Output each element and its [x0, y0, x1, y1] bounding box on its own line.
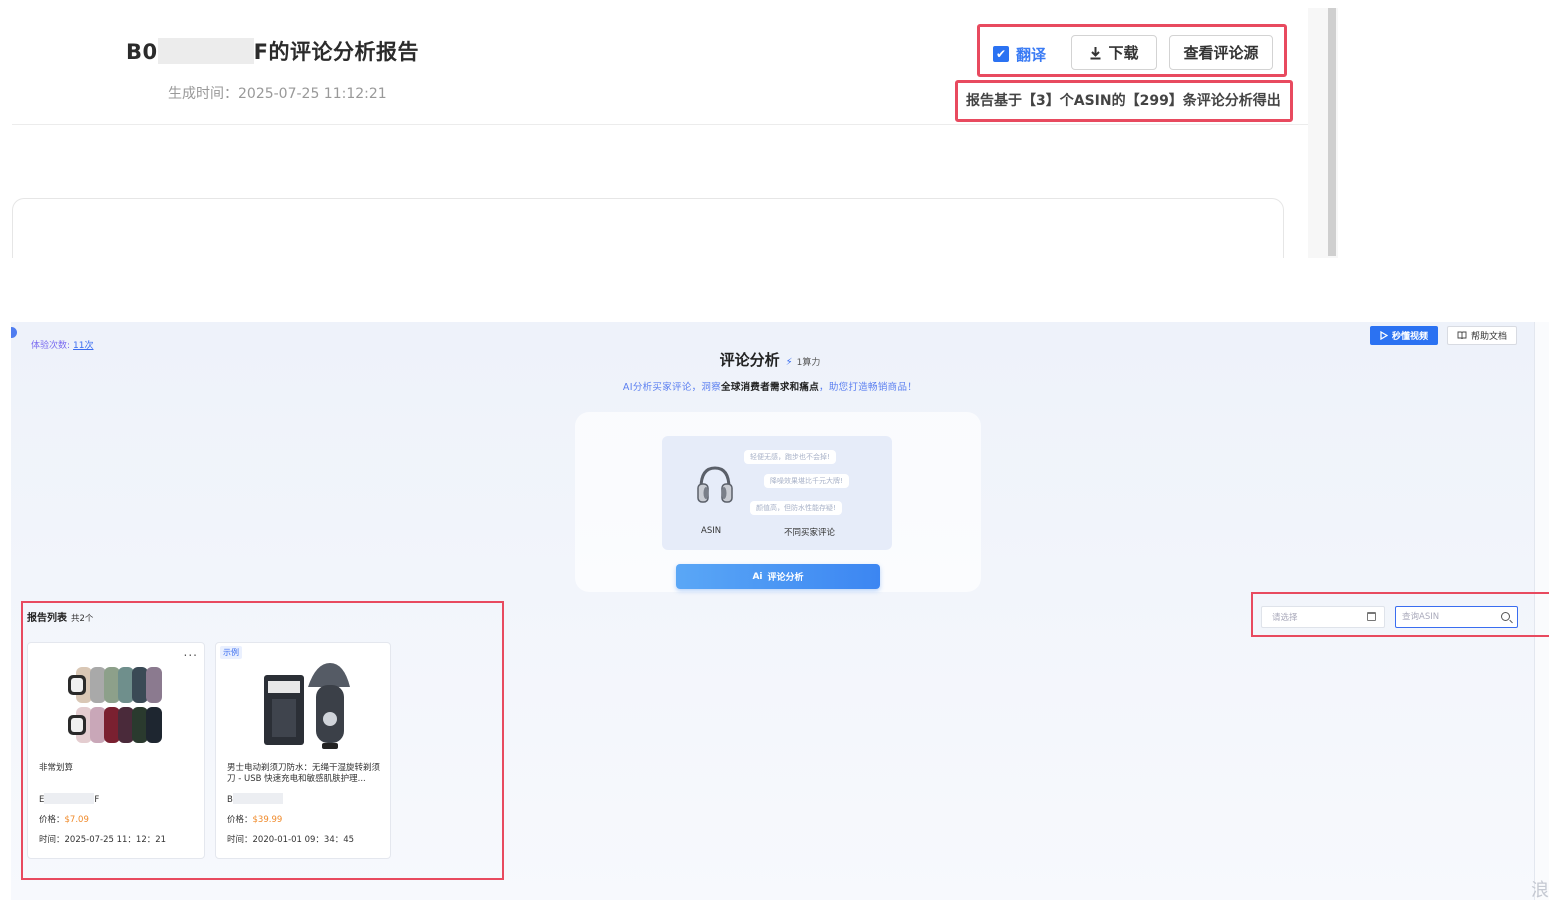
- help-docs-label: 帮助文档: [1470, 332, 1507, 342]
- header-divider: [12, 124, 1308, 125]
- download-icon: [1090, 46, 1101, 59]
- status-dot-icon: [11, 327, 17, 338]
- help-docs-button[interactable]: 帮助文档: [1447, 326, 1517, 345]
- book-icon: [1457, 331, 1467, 340]
- intro-asin-label: ASIN: [701, 526, 722, 536]
- review-analysis-app: 浪 体验次数: 11次 秒懂视频 帮助文档 评论分析 ⚡ 1算力 AI分析买家评论，洞…: [11, 322, 1549, 900]
- redacted-asin-mask: [232, 793, 283, 804]
- asin-search-input[interactable]: [1402, 610, 1498, 624]
- time-value: 2020-01-01 09：34：45: [252, 835, 355, 845]
- product-asin: EF: [39, 793, 99, 805]
- asin-search[interactable]: [1395, 606, 1518, 628]
- asin-suffix: F: [94, 795, 100, 805]
- headphone-icon: [697, 466, 733, 503]
- check-icon[interactable]: ✔: [993, 46, 1009, 62]
- report-time: 时间：2020-01-01 09：34：45: [227, 833, 354, 845]
- corner-logo-icon: 浪: [1531, 880, 1549, 900]
- product-name: 男士电动剃须刀防水：无绳干湿旋转剃须刀 - USB 快速充电和敏感肌肤护理...: [227, 763, 381, 784]
- generated-time-value: 2025-07-25 11:12:21: [238, 86, 387, 102]
- download-label: 下载: [1108, 44, 1139, 62]
- ai-label: Ai: [752, 571, 763, 582]
- price-value: $7.09: [64, 815, 89, 825]
- price-label: 价格：: [39, 815, 65, 825]
- app-title: 评论分析 ⚡ 1算力: [11, 349, 1529, 370]
- subtitle-emphasis: 全球消费者需求和痛点: [721, 382, 820, 393]
- download-button[interactable]: 下载: [1071, 35, 1157, 70]
- review-bubble: 轻便无感，跑步也不会掉!: [744, 450, 836, 464]
- scrollbar-thumb[interactable]: [1328, 8, 1336, 256]
- product-price: 价格：$7.09: [39, 813, 89, 825]
- app-subtitle: AI分析买家评论，洞察全球消费者需求和痛点，助您打造畅销商品！: [11, 379, 1529, 393]
- report-time: 时间：2025-07-25 11：12：21: [39, 833, 166, 845]
- more-options-icon[interactable]: ...: [184, 645, 198, 659]
- ai-review-analysis-button[interactable]: Ai 评论分析: [676, 564, 880, 589]
- report-content-box: [12, 198, 1284, 258]
- review-bubble: 降噪效果堪比千元大牌!: [764, 474, 849, 488]
- app-title-text: 评论分析: [719, 351, 780, 369]
- translate-toggle[interactable]: ✔ 翻译: [993, 44, 1046, 64]
- play-icon: [1380, 331, 1388, 340]
- date-select-placeholder: 请选择: [1272, 613, 1298, 623]
- redacted-asin-mask: [157, 38, 254, 64]
- redacted-asin-mask: [44, 793, 95, 804]
- analyze-label: 评论分析: [767, 573, 804, 583]
- search-icon[interactable]: [1501, 612, 1510, 621]
- view-source-label: 查看评论源: [1183, 44, 1259, 62]
- report-title: B0 F的评论分析报告: [126, 36, 419, 66]
- time-label: 时间：: [227, 835, 253, 845]
- subtitle-prefix: AI分析买家评论，洞察: [622, 382, 722, 393]
- price-label: 价格：: [227, 815, 253, 825]
- subtitle-suffix: ，助您打造畅销商品！: [819, 382, 918, 393]
- report-card[interactable]: ... 非常划算 EF 价格：$7.09 时间：2025-07-25 11：12…: [27, 642, 205, 859]
- date-select[interactable]: 请选择: [1261, 606, 1385, 628]
- time-value: 2025-07-25 11：12：21: [64, 835, 167, 845]
- report-card[interactable]: 示例 男士电动剃须刀防水：无绳干湿旋转剃须刀 - USB 快速充电和敏感肌肤护理…: [215, 642, 391, 859]
- product-image-watch-bands: [68, 667, 162, 743]
- report-title-prefix: B0: [126, 40, 158, 64]
- intro-reviews-label: 不同买家评论: [784, 528, 836, 538]
- generated-time: 生成时间：2025-07-25 11:12:21: [168, 83, 387, 103]
- price-value: $39.99: [252, 815, 283, 825]
- generated-time-label: 生成时间：: [168, 86, 238, 102]
- product-asin: B: [227, 793, 283, 805]
- time-label: 时间：: [39, 835, 65, 845]
- report-basis-text: 报告基于【3】个ASIN的【299】条评论分析得出: [966, 93, 1281, 109]
- example-badge: 示例: [220, 646, 242, 659]
- product-price: 价格：$39.99: [227, 813, 282, 825]
- report-title-suffix: F的评论分析报告: [253, 40, 419, 64]
- view-review-source-button[interactable]: 查看评论源: [1169, 35, 1273, 70]
- review-bubble: 颜值高，但防水性能存疑!: [750, 501, 842, 515]
- report-list-total: 共2个: [71, 614, 94, 624]
- bolt-icon: ⚡: [785, 357, 793, 368]
- calendar-icon: [1367, 612, 1376, 621]
- product-name: 非常划算: [39, 763, 74, 773]
- product-image-shaver: [264, 663, 350, 749]
- video-guide-button[interactable]: 秒懂视频: [1370, 326, 1438, 345]
- translate-label: 翻译: [1016, 45, 1047, 64]
- report-list-title-text: 报告列表: [27, 613, 67, 624]
- app-cost: 1算力: [796, 358, 821, 368]
- video-guide-label: 秒懂视频: [1391, 332, 1428, 342]
- report-header-panel: B0 F的评论分析报告 生成时间：2025-07-25 11:12:21 ✔ 翻译…: [0, 0, 1549, 258]
- report-list-title: 报告列表 共2个: [27, 609, 93, 624]
